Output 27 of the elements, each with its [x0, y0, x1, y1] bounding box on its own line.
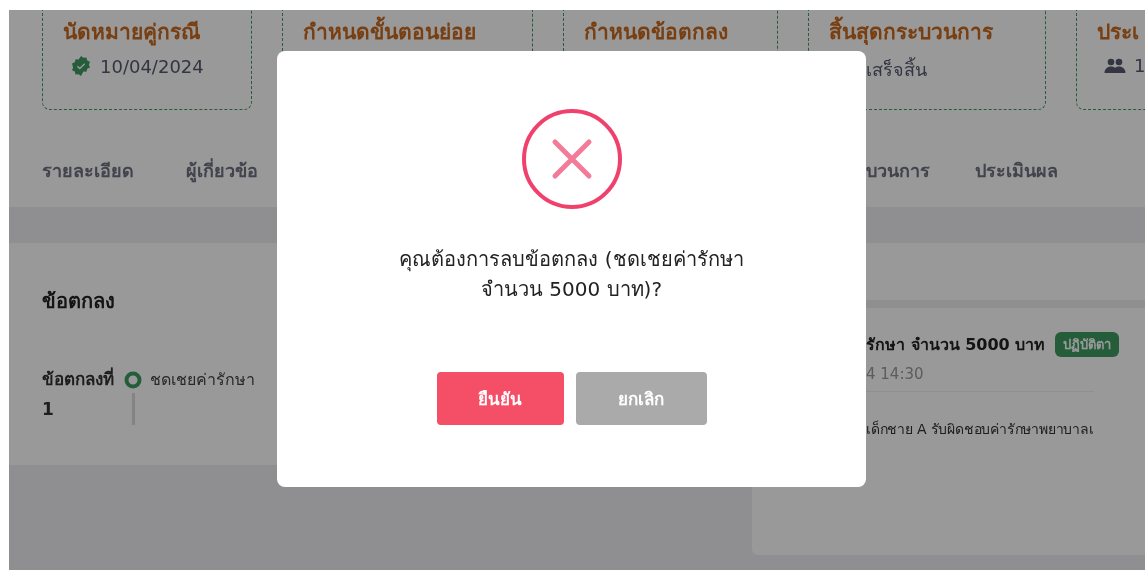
step-title: กำหนดข้อตกลง — [584, 19, 728, 46]
panel-heading: ข้อตกลง — [42, 288, 115, 315]
status-badge: ปฏิบัติตา — [1055, 332, 1120, 357]
step-title: นัดหมายคู่กรณี — [63, 19, 200, 48]
tab[interactable]: ประเมินผล — [975, 156, 1058, 185]
agreement-text[interactable]: ชดเชยค่ารักษา — [150, 365, 255, 396]
step-card[interactable]: นัดหมายคู่กรณี 10/04/2024 — [42, 10, 252, 110]
step-status: เสร็จสิ้น — [866, 56, 927, 83]
agreement-label: ข้อตกลงที่ 1 — [42, 366, 115, 421]
agreement-title: รักษา จำนวน 5000 บาท — [866, 334, 1046, 356]
timestamp: 4 14:30 — [866, 365, 924, 383]
people-icon — [1104, 57, 1126, 74]
error-icon — [520, 108, 623, 210]
step-title: สิ้นสุดกระบวนการ — [829, 18, 993, 48]
cancel-button[interactable]: ยกเลิก — [575, 372, 707, 425]
tab[interactable]: รายละเอียด — [42, 156, 134, 185]
step-card[interactable]: ประเ 1 — [1076, 10, 1145, 110]
timeline-dot-icon — [124, 371, 142, 389]
verified-badge-icon — [70, 55, 92, 78]
step-status: 1 — [1134, 55, 1145, 77]
step-title: กำหนดขั้นตอนย่อย — [303, 18, 476, 48]
step-title: ประเ — [1097, 19, 1139, 46]
dialog-message: คุณต้องการลบข้อตกลง (ชดเชยค่ารักษา จำนวน 5000 บาท)? — [398, 246, 745, 303]
step-status: 10/04/2024 — [100, 55, 204, 77]
confirm-button[interactable]: ยืนยัน — [436, 372, 564, 425]
tab[interactable]: บวนการ — [866, 156, 930, 185]
tab[interactable]: ผู้เกี่ยวข้อ — [186, 156, 258, 185]
